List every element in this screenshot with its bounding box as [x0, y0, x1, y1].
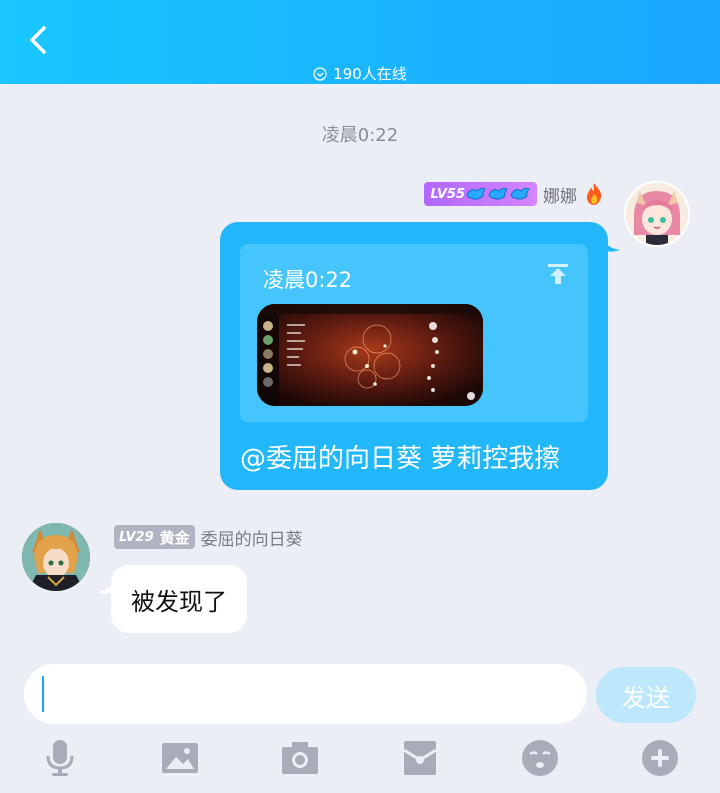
online-count-text: 190人在线 — [333, 65, 407, 83]
text-caret — [42, 676, 44, 712]
mic-icon[interactable] — [40, 738, 80, 778]
my-sender-name[interactable]: 娜娜 — [543, 182, 577, 207]
other-sender-name[interactable]: 委屈的向日葵 — [201, 525, 303, 550]
level-text: LV29 — [119, 529, 154, 545]
card-timestamp: 凌晨0:22 — [263, 268, 353, 292]
plus-icon[interactable] — [640, 738, 680, 778]
bubble-tail — [600, 236, 620, 252]
rank-title: 黄金 — [159, 528, 190, 547]
game-screenshot-image — [257, 304, 483, 406]
chat-header: 190人在线 — [0, 0, 720, 84]
chevron-circle-icon — [313, 67, 327, 81]
image-icon[interactable] — [160, 738, 200, 778]
message-input[interactable] — [24, 664, 587, 724]
pin-top-icon[interactable] — [546, 262, 570, 286]
message-timestamp: 凌晨0:22 — [321, 125, 399, 146]
camera-icon[interactable] — [280, 738, 320, 778]
toolbar — [0, 738, 720, 782]
other-avatar[interactable] — [22, 523, 90, 591]
level-badge: LV55 — [424, 182, 537, 206]
my-sender-info: LV55 娜娜 — [424, 181, 605, 207]
avatar-image — [22, 523, 90, 591]
input-bar: 发送 — [0, 650, 720, 793]
avatar-image — [626, 183, 688, 245]
other-sender-info: LV29 黄金 委屈的向日葵 — [114, 524, 303, 550]
shared-post-card[interactable]: 凌晨0:22 — [240, 244, 588, 422]
send-button[interactable]: 发送 — [596, 667, 696, 723]
level-badge: LV29 黄金 — [114, 525, 195, 549]
my-message-bubble[interactable]: 凌晨0:22 @委屈的向日葵 萝莉控我擦 — [220, 222, 608, 490]
bird-icon — [488, 187, 508, 200]
my-avatar[interactable] — [624, 181, 690, 247]
level-text: LV55 — [430, 186, 465, 202]
screenshot-thumbnail[interactable] — [257, 304, 483, 406]
back-icon[interactable] — [22, 22, 58, 58]
online-count[interactable]: 190人在线 — [0, 63, 720, 84]
message-text: 被发现了 — [131, 587, 227, 616]
bird-icon — [466, 187, 486, 200]
other-message-bubble[interactable]: 被发现了 — [111, 565, 247, 633]
fire-icon — [587, 183, 602, 205]
emoji-icon[interactable] — [520, 738, 560, 778]
redpacket-icon[interactable] — [400, 738, 440, 778]
bubble-tail — [98, 580, 116, 594]
bird-icon — [510, 187, 530, 200]
message-text: @委屈的向日葵 萝莉控我擦 — [240, 444, 561, 474]
